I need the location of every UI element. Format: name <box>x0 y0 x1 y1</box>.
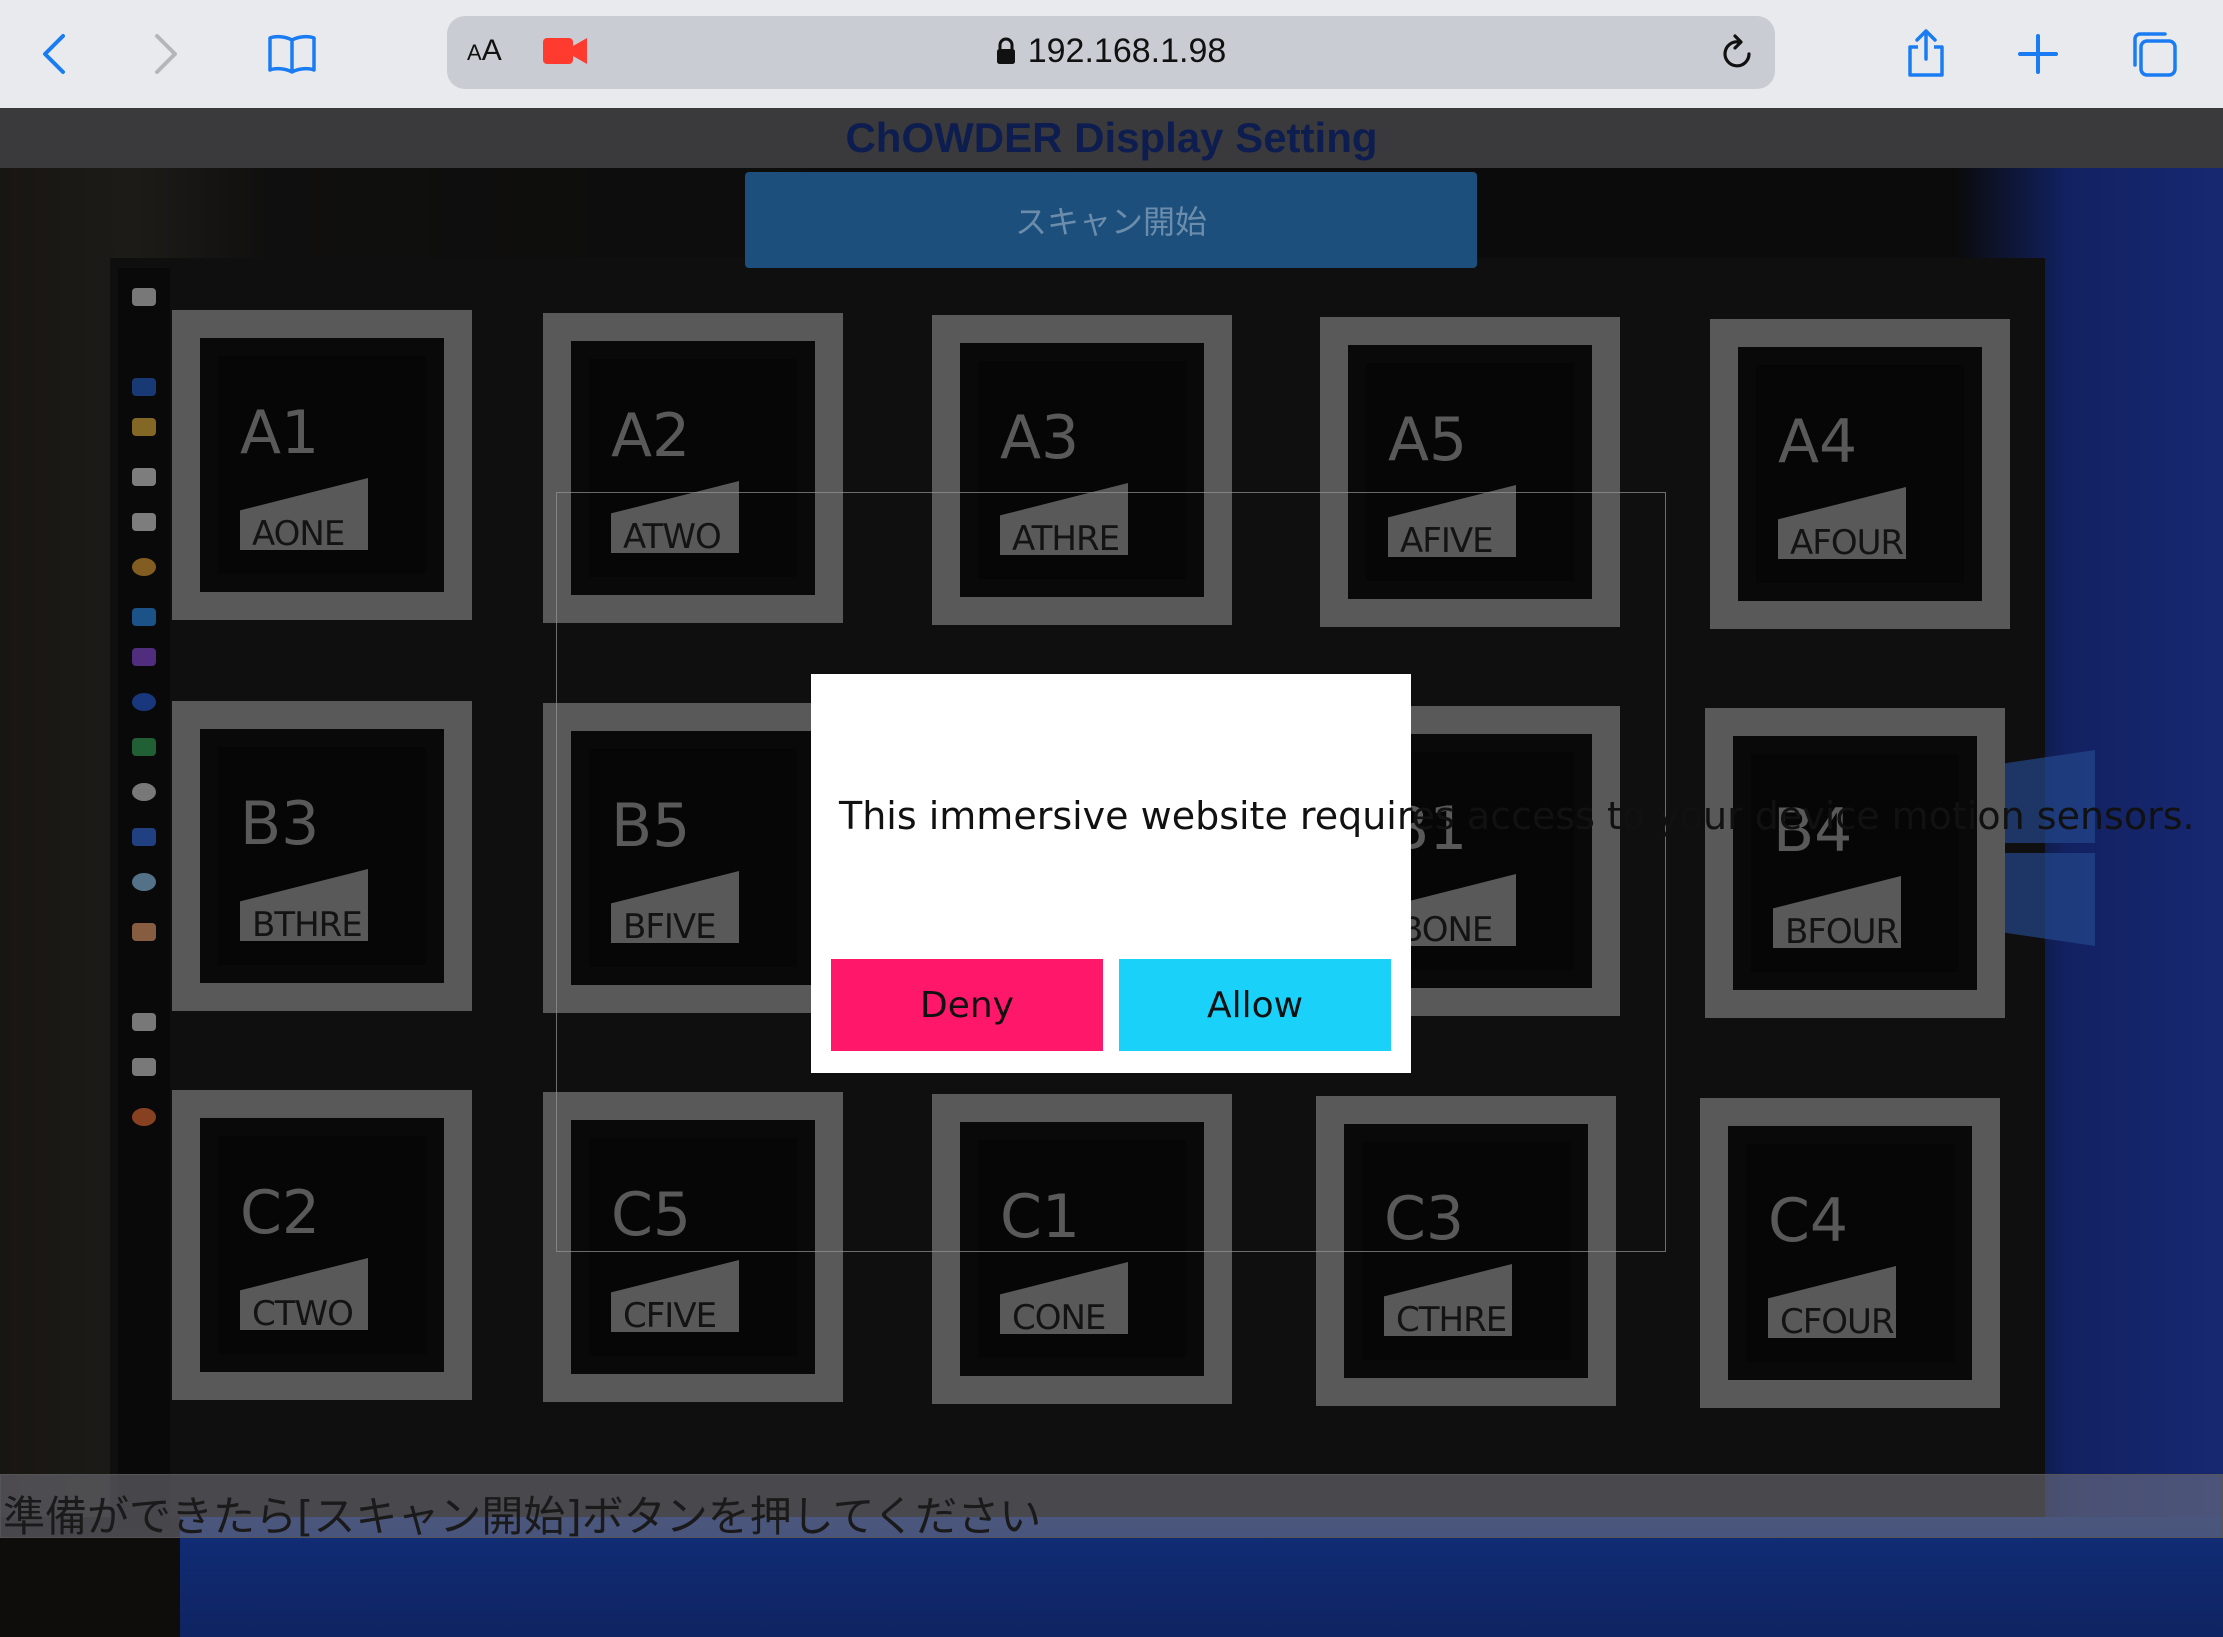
share-icon[interactable] <box>1894 22 1958 86</box>
page-header: ChOWDER Display Setting <box>0 108 2223 168</box>
back-chevron-icon[interactable] <box>22 22 86 86</box>
address-bar[interactable]: AA 192.168.1.98 <box>447 16 1775 89</box>
url-text: 192.168.1.98 <box>1027 32 1227 70</box>
browser-toolbar: AA 192.168.1.98 <box>0 0 2223 109</box>
start-scan-button[interactable]: スキャン開始 <box>745 172 1477 268</box>
status-bar: 準備ができたら[スキャン開始]ボタンを押してください <box>0 1474 2223 1541</box>
lock-icon <box>996 35 1016 74</box>
web-page: A1 AONE A2 ATWO A3 ATHRE A5 AFIVE A4 AFOUR B3… <box>0 108 2223 1637</box>
bookmarks-book-icon[interactable] <box>260 22 324 86</box>
allow-button[interactable]: Allow <box>1119 959 1391 1051</box>
dialog-message: This immersive website requires access t… <box>839 794 2195 838</box>
forward-chevron-icon[interactable] <box>134 22 198 86</box>
motion-permission-dialog: This immersive website requires access t… <box>811 674 2195 1073</box>
new-tab-plus-icon[interactable] <box>2006 22 2070 86</box>
deny-button[interactable]: Deny <box>831 959 1103 1051</box>
tabs-overview-icon[interactable] <box>2122 22 2186 86</box>
status-message: 準備ができたら[スキャン開始]ボタンを押してください <box>3 1492 1042 1541</box>
reload-icon[interactable] <box>1719 34 1755 76</box>
page-title: ChOWDER Display Setting <box>845 114 1378 161</box>
